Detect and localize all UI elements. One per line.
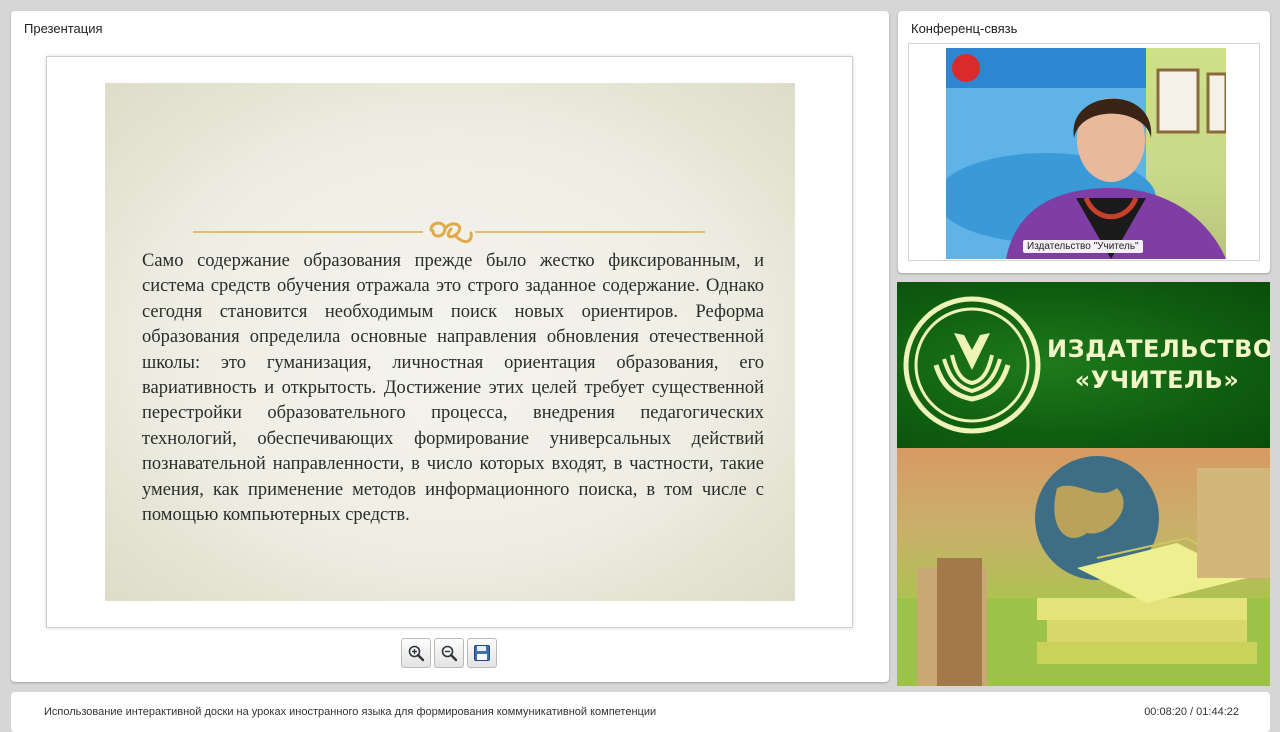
speaker-video-picture [946, 48, 1226, 259]
video-frame: Издательство "Учитель" [908, 43, 1260, 261]
speaker-label: Издательство "Учитель" [1023, 240, 1143, 253]
conference-panel: Конференц-связь Издательство "Учитель" [898, 11, 1270, 273]
conference-panel-title: Конференц-связь [911, 21, 1018, 36]
publisher-name-line2: «УЧИТЕЛЬ» [1074, 366, 1240, 394]
slide-viewer[interactable]: Само содержание образования прежде было … [46, 56, 853, 628]
books-globe-picture [897, 456, 1270, 686]
save-button[interactable] [467, 638, 497, 668]
playback-time: 00:08:20 / 01:44:22 [1144, 706, 1239, 718]
slide: Само содержание образования прежде было … [105, 83, 795, 601]
presentation-panel-title: Презентация [24, 21, 103, 36]
speaker-video[interactable]: Издательство "Учитель" [946, 48, 1226, 259]
floppy-disk-icon [474, 645, 490, 661]
publisher-name-line1: ИЗДАТЕЛЬСТВО [1047, 335, 1270, 363]
presentation-panel: Презентация Само содержание образования … [11, 11, 889, 682]
zoom-in-icon [408, 645, 425, 662]
lecture-info-bar: Использование интерактивной доски на уро… [11, 692, 1270, 732]
publisher-name: ИЗДАТЕЛЬСТВО «УЧИТЕЛЬ» [1047, 334, 1270, 396]
zoom-out-icon [441, 645, 458, 662]
publisher-banner-top: ИЗДАТЕЛЬСТВО «УЧИТЕЛЬ» [897, 282, 1270, 448]
zoom-out-button[interactable] [434, 638, 464, 668]
publisher-banner-photo [897, 448, 1270, 686]
slide-body-text: Само содержание образования прежде было … [142, 251, 764, 526]
publisher-logo-icon [903, 296, 1041, 434]
presentation-toolbar [401, 638, 497, 668]
ornament-divider-icon [193, 221, 705, 243]
lecture-title: Использование интерактивной доски на уро… [44, 706, 657, 718]
zoom-in-button[interactable] [401, 638, 431, 668]
publisher-banner: ИЗДАТЕЛЬСТВО «УЧИТЕЛЬ» [897, 282, 1270, 686]
